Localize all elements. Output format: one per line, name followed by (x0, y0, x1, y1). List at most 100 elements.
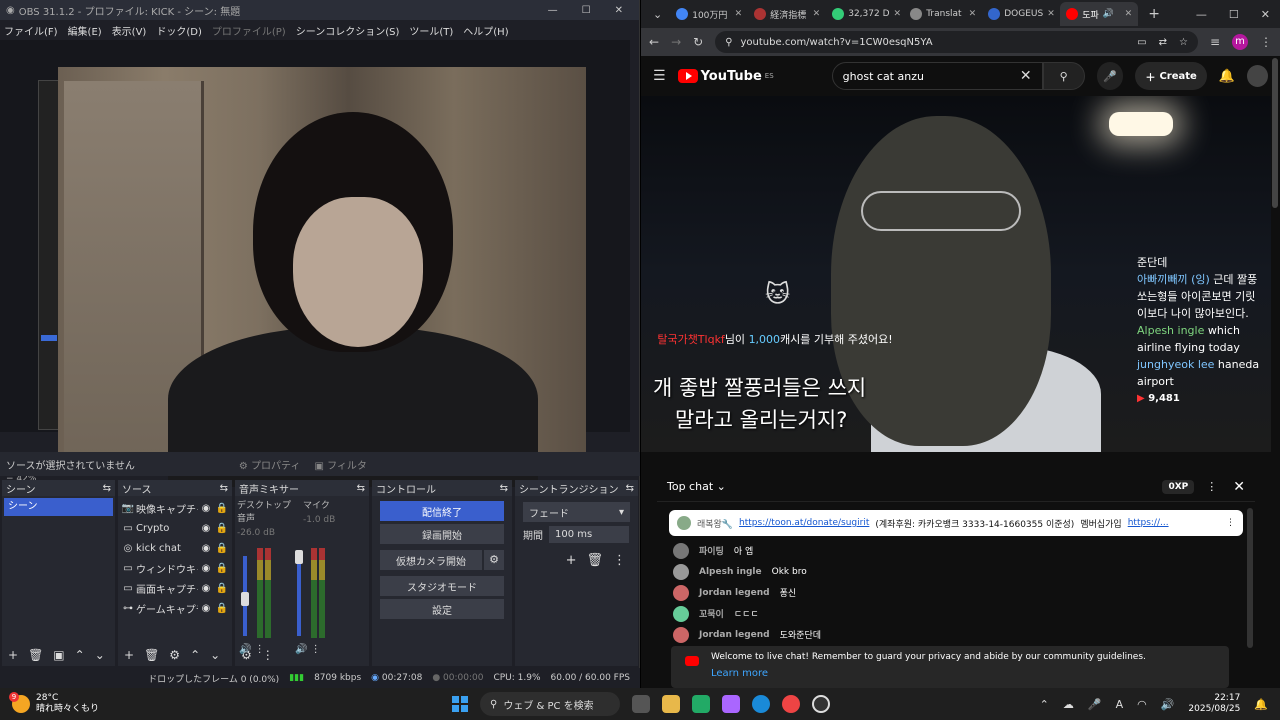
volume-knob-mic[interactable] (295, 550, 303, 564)
chevron-up-icon[interactable]: ⌃ (190, 648, 200, 662)
menu-scene-collection[interactable]: シーンコレクション(S) (296, 23, 400, 38)
back-icon[interactable]: ← (649, 35, 659, 49)
learn-more-link[interactable]: Learn more (711, 668, 1219, 679)
chat-message[interactable]: 파이팅 아 엡 (657, 540, 1255, 561)
menu-file[interactable]: ファイル(F) (4, 23, 58, 38)
more-icon[interactable]: ⋮ (1260, 35, 1272, 49)
chevron-up-icon[interactable]: ⌃ (75, 648, 85, 662)
speaker-icon[interactable]: 🔊 ⋮ (295, 644, 321, 655)
tab-active[interactable]: 도파 🔊 ✕ (1060, 2, 1139, 26)
lock-icon[interactable]: 🔒 (214, 583, 230, 594)
add-icon[interactable]: + (124, 648, 134, 662)
tab[interactable]: 100万円 ✕ (670, 2, 748, 26)
more-icon[interactable]: ⋮ (1226, 518, 1235, 528)
start-virtual-camera-button[interactable]: 仮想カメラ開始 (380, 550, 482, 570)
volume-slider-mic[interactable] (297, 556, 301, 636)
search-input[interactable]: ghost cat anzu ✕ (831, 62, 1043, 90)
notification-icon[interactable]: 🔔 (1254, 698, 1268, 711)
chat-scrollbar[interactable] (1247, 508, 1253, 648)
weather-widget[interactable]: 9 28°C 晴れ時々くもり (0, 692, 200, 715)
profile-avatar[interactable]: m (1232, 34, 1248, 50)
chat-message[interactable]: 꼬묵이 ㄷㄷㄷ (657, 603, 1255, 624)
menu-tools[interactable]: ツール(T) (409, 23, 453, 38)
volume-knob-desktop[interactable] (241, 592, 249, 606)
trash-icon[interactable]: 🗑 (586, 553, 603, 568)
obs-icon[interactable] (812, 695, 830, 713)
create-button[interactable]: ＋ Create (1135, 62, 1207, 90)
new-tab-button[interactable]: + (1138, 6, 1170, 22)
translate-icon[interactable]: ⇄ (1159, 37, 1167, 48)
reload-icon[interactable]: ↻ (693, 35, 703, 49)
start-recording-button[interactable]: 録画開始 (380, 524, 504, 544)
lock-icon[interactable]: 🔒 (214, 563, 230, 574)
maximize-icon[interactable]: ☐ (1229, 8, 1239, 21)
dock-menu-icon[interactable]: ⇆ (626, 483, 634, 494)
tab[interactable]: 経済指標 ✕ (748, 2, 826, 26)
top-chat-dropdown[interactable]: Top chat ⌄ (667, 480, 726, 493)
source-row[interactable]: 📷映像キャプチャデバイス◉🔒 (120, 498, 230, 518)
transition-select[interactable]: フェード ▾ (523, 502, 630, 522)
chevron-up-icon[interactable]: ⌃ (1040, 698, 1049, 711)
eye-icon[interactable]: ◉ (198, 563, 214, 574)
lock-icon[interactable]: 🔒 (214, 523, 230, 534)
duration-input[interactable]: 100 ms (549, 526, 629, 543)
clock[interactable]: 22:17 2025/08/25 (1188, 693, 1240, 715)
add-icon[interactable]: + (566, 553, 577, 568)
menu-profile[interactable]: プロファイル(P) (212, 23, 286, 38)
scene-item[interactable]: シーン (4, 498, 113, 516)
source-row[interactable]: ◎ kick chat ◉ 🔒 (120, 538, 230, 558)
gear-icon[interactable]: ⚙ (484, 550, 504, 570)
taskbar-search[interactable]: ⚲ ウェブ & PC を検索 (480, 692, 620, 716)
filters-button[interactable]: ▣ フィルタ (314, 457, 366, 472)
eye-icon[interactable]: ◉ (198, 543, 214, 554)
close-icon[interactable]: ✕ (1261, 8, 1270, 21)
forward-icon[interactable]: → (671, 35, 681, 49)
maximize-icon[interactable]: ☐ (582, 5, 591, 16)
video-player[interactable]: 🐱 탈국가챗Tlqkf님이 1,000캐시를 기부해 주셨어요! 개 좋밥 짤풍… (641, 96, 1271, 452)
copilot-icon[interactable] (722, 695, 740, 713)
more-icon[interactable]: ⋮ (1206, 480, 1217, 493)
gear-icon[interactable]: ⚙ (169, 648, 180, 662)
search-button[interactable]: ⚲ (1042, 62, 1085, 90)
eye-icon[interactable]: ◉ (198, 503, 214, 514)
wifi-icon[interactable]: ◠ (1137, 698, 1147, 711)
file-explorer-icon[interactable] (662, 695, 680, 713)
source-row[interactable]: ⊶ゲームキャプチャ◉🔒 (120, 598, 230, 618)
cloud-icon[interactable]: ☁ (1063, 698, 1074, 711)
dock-menu-icon[interactable]: ⇆ (357, 483, 365, 494)
dock-menu-icon[interactable]: ⇆ (103, 483, 111, 494)
studio-mode-button[interactable]: スタジオモード (380, 576, 504, 596)
lock-icon[interactable]: 🔒 (214, 503, 230, 514)
stop-streaming-button[interactable]: 配信終了 (380, 501, 504, 521)
chat-message[interactable]: Alpesh ingle Okk bro (657, 561, 1255, 582)
edge-icon[interactable] (752, 695, 770, 713)
eye-icon[interactable]: ◉ (198, 523, 214, 534)
tab[interactable]: 32,372 D ✕ (826, 2, 904, 26)
dock-menu-icon[interactable]: ⇆ (220, 483, 228, 494)
avatar[interactable] (1247, 65, 1268, 87)
pinned-message[interactable]: 래복왕🔧 https://toon.at/donate/sugirit (계좌후… (669, 510, 1243, 536)
cast-icon[interactable]: ▭ (1137, 37, 1146, 48)
chrome-icon[interactable] (782, 695, 800, 713)
youtube-logo[interactable]: YouTube ES (677, 69, 774, 84)
eye-icon[interactable]: ◉ (198, 603, 214, 614)
source-row[interactable]: ▭画面キャプチャ◉🔒 (120, 578, 230, 598)
settings-button[interactable]: 設定 (380, 599, 504, 619)
add-icon[interactable]: + (8, 648, 18, 662)
star-icon[interactable]: ☆ (1179, 37, 1188, 48)
tab[interactable]: DOGEUS ✕ (982, 2, 1060, 26)
page-scrollbar[interactable] (1272, 58, 1278, 208)
menu-dock[interactable]: ドック(D) (156, 23, 202, 38)
ime-icon[interactable]: A (1116, 698, 1124, 711)
bell-icon[interactable]: 🔔 (1219, 69, 1235, 84)
hamburger-icon[interactable]: ☰ (653, 68, 666, 84)
trash-icon[interactable]: 🗑 (28, 648, 43, 662)
chat-message[interactable]: Jordan legend 도와준단데 (657, 624, 1255, 645)
lock-icon[interactable]: 🔒 (214, 543, 230, 554)
obs-preview[interactable]: − 42% (0, 40, 630, 487)
close-icon[interactable]: ✕ (1233, 479, 1245, 495)
trash-icon[interactable]: 🗑 (144, 648, 159, 662)
source-row[interactable]: ▭ウィンドウキャプチャ◉🔒 (120, 558, 230, 578)
url-input[interactable]: ⚲ youtube.com/watch?v=1CW0esqN5YA ▭ ⇄ ☆ (715, 31, 1198, 53)
close-icon[interactable]: ✕ (615, 5, 623, 16)
